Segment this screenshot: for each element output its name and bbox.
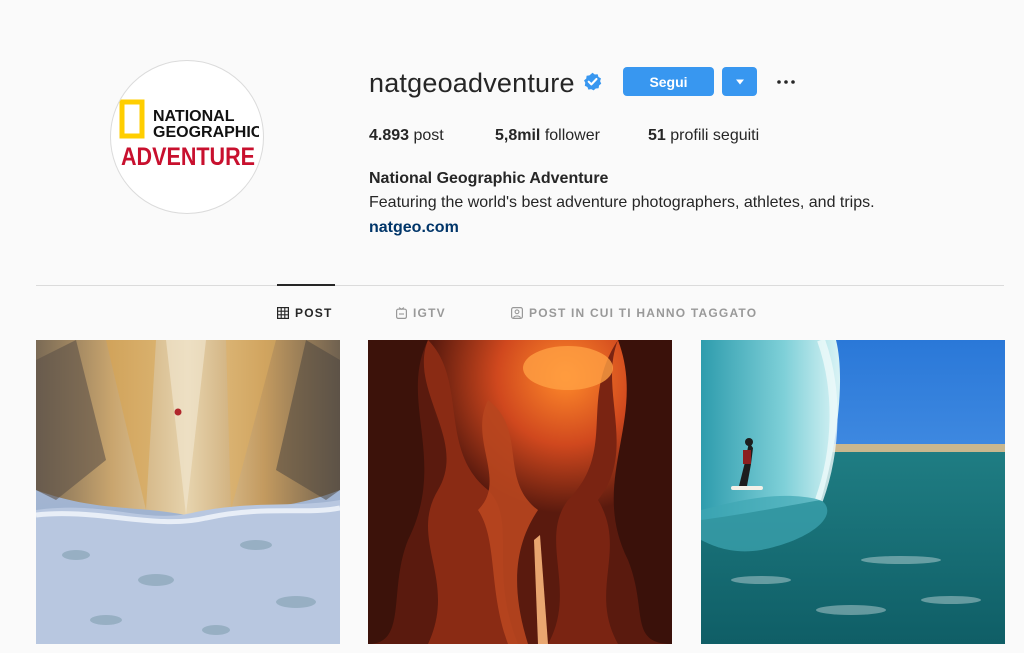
username: natgeoadventure <box>369 68 575 98</box>
profile-avatar[interactable]: NATIONAL GEOGRAPHIC ADVENTURE <box>110 60 264 214</box>
follow-button[interactable]: Segui <box>623 67 714 96</box>
tab-posts[interactable]: POST <box>277 305 332 321</box>
bio-text: Featuring the world's best adventure pho… <box>369 194 875 211</box>
grid-icon <box>277 307 289 319</box>
tab-tagged[interactable]: POST IN CUI TI HANNO TAGGATO <box>511 305 757 321</box>
svg-text:NATIONAL: NATIONAL <box>153 108 235 125</box>
verified-badge-icon <box>584 72 602 91</box>
more-dots-icon <box>777 80 795 84</box>
slot-canyon-photo <box>368 340 672 644</box>
natgeo-logo: NATIONAL GEOGRAPHIC ADVENTURE <box>119 99 259 171</box>
tab-igtv[interactable]: IGTV <box>396 305 446 321</box>
website-link[interactable]: natgeo.com <box>369 218 459 238</box>
followers-label: follower <box>544 127 600 144</box>
posts-label: post <box>413 127 444 144</box>
tab-tagged-label: POST IN CUI TI HANNO TAGGATO <box>529 306 758 320</box>
following-value: 51 <box>648 127 666 144</box>
caret-down-icon <box>735 79 744 84</box>
post-thumbnail-surfer[interactable] <box>701 340 1005 644</box>
tagged-icon <box>511 307 523 319</box>
post-thumbnail-climber[interactable] <box>36 340 340 644</box>
suggestions-dropdown-button[interactable] <box>722 67 757 96</box>
tabs-divider <box>36 285 1004 286</box>
post-thumbnail-canyon[interactable] <box>368 340 672 644</box>
tab-igtv-label: IGTV <box>413 306 446 320</box>
posts-value: 4.893 <box>369 127 410 144</box>
full-name: National Geographic Adventure <box>369 170 609 187</box>
posts-count: 4.893 post <box>369 126 444 146</box>
svg-text:GEOGRAPHIC: GEOGRAPHIC <box>153 124 259 141</box>
svg-text:ADVENTURE: ADVENTURE <box>121 143 255 171</box>
igtv-icon <box>396 307 407 319</box>
active-tab-indicator <box>277 284 335 286</box>
followers-value: 5,8mil <box>495 127 541 144</box>
following-count[interactable]: 51 profili seguiti <box>648 126 759 146</box>
following-label: profili seguiti <box>670 127 760 144</box>
more-options-button[interactable] <box>772 69 800 95</box>
surfer-wave-photo <box>701 340 1005 644</box>
followers-count[interactable]: 5,8mil follower <box>495 126 600 146</box>
frozen-cliff-photo <box>36 340 340 644</box>
tab-posts-label: POST <box>295 306 333 320</box>
